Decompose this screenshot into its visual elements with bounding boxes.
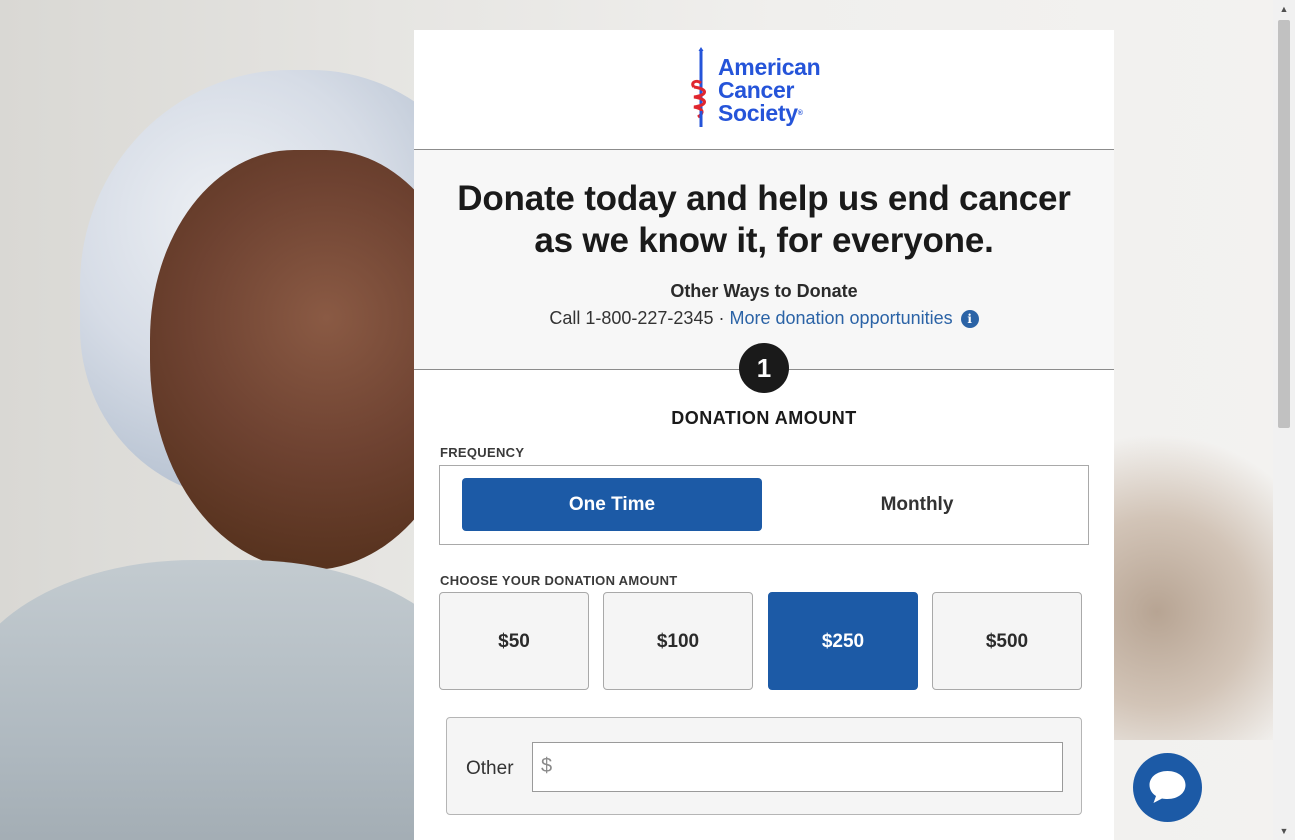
logo-line-3: Society® <box>718 100 803 126</box>
logo-line-1: American <box>718 54 821 80</box>
acs-logo[interactable]: American Cancer Society® <box>690 47 821 129</box>
other-amount-label: Other <box>466 758 514 779</box>
chat-button[interactable] <box>1133 753 1202 822</box>
other-ways-line: Call 1-800-227-2345 · More donation oppo… <box>414 308 1114 329</box>
frequency-label: FREQUENCY <box>440 445 525 460</box>
amount-100-button[interactable]: $100 <box>603 592 753 690</box>
other-ways-title: Other Ways to Donate <box>670 281 858 301</box>
section-title: DONATION AMOUNT <box>671 408 857 428</box>
header: American Cancer Society® <box>414 30 1114 150</box>
scroll-down-arrow-icon[interactable]: ▼ <box>1273 822 1295 840</box>
sword-logo-icon <box>691 47 706 127</box>
scroll-thumb[interactable] <box>1278 20 1290 428</box>
other-amount-field: $ <box>532 742 1063 793</box>
headline-line-1: Donate today and help us end cancer <box>457 179 1071 218</box>
amount-250-button[interactable]: $250 <box>768 592 918 690</box>
other-amount-input[interactable] <box>561 743 1060 793</box>
amount-label: CHOOSE YOUR DONATION AMOUNT <box>440 573 678 588</box>
call-text: Call 1-800-227-2345 · <box>549 308 730 328</box>
info-icon[interactable]: i <box>960 310 979 328</box>
other-amount-box: Other $ <box>446 717 1082 815</box>
chat-bubble-icon <box>1149 771 1186 803</box>
step-number-badge: 1 <box>739 343 789 393</box>
page-scrollbar[interactable]: ▲ ▼ <box>1273 0 1295 840</box>
more-donation-opportunities-link[interactable]: More donation opportunities <box>729 308 952 328</box>
frequency-one-time-button[interactable]: One Time <box>462 478 762 531</box>
logo-wordmark: American Cancer Society® <box>718 54 821 126</box>
page-headline: Donate today and help us end cancer as w… <box>414 150 1114 262</box>
hero-section: Donate today and help us end cancer as w… <box>414 150 1114 370</box>
currency-symbol: $ <box>541 755 553 777</box>
frequency-monthly-button[interactable]: Monthly <box>767 478 1067 531</box>
frequency-toggle: One Time Monthly <box>439 465 1089 545</box>
registered-mark: ® <box>797 110 803 117</box>
donation-form-card: American Cancer Society® Donate today an… <box>414 30 1114 840</box>
headline-line-2: as we know it, for everyone. <box>534 221 994 260</box>
photo-shoulders <box>0 560 480 840</box>
scroll-up-arrow-icon[interactable]: ▲ <box>1273 0 1295 18</box>
amount-500-button[interactable]: $500 <box>932 592 1082 690</box>
logo-line-2: Cancer <box>718 77 795 103</box>
amount-50-button[interactable]: $50 <box>439 592 589 690</box>
